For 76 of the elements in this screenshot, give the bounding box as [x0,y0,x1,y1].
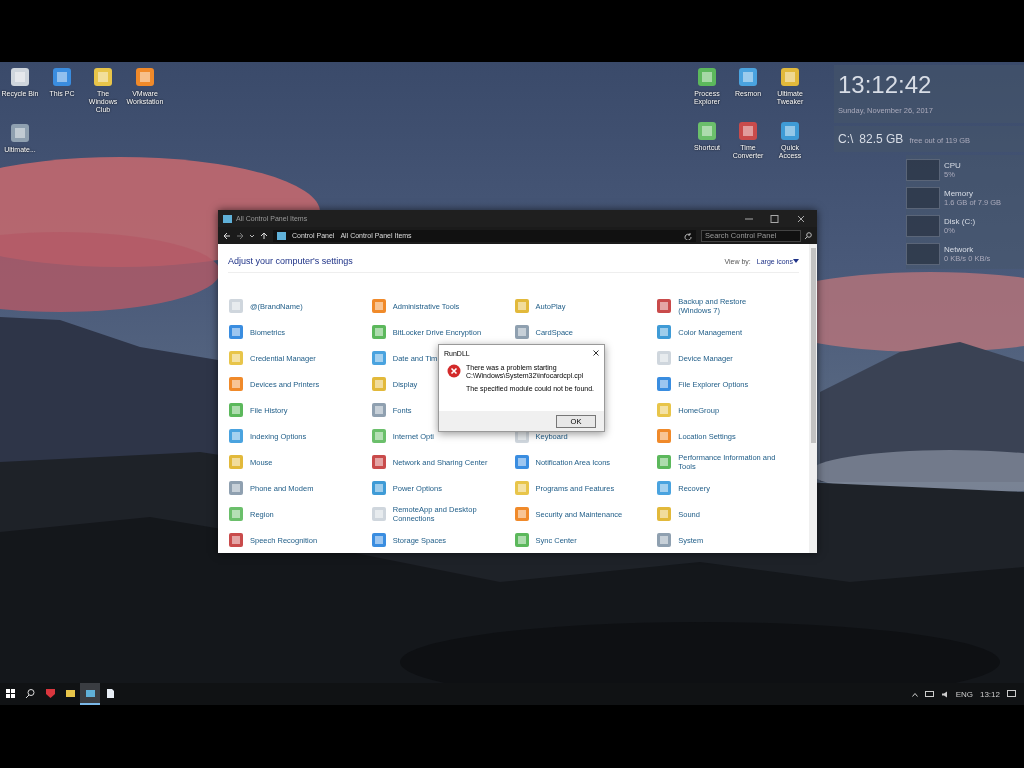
control-panel-icon[interactable] [228,532,244,548]
refresh-icon[interactable] [684,231,692,240]
page-heading: Adjust your computer's settings [228,256,354,266]
meter-graph [906,215,940,237]
control-panel-icon[interactable] [656,376,673,392]
speaker-icon[interactable] [940,690,949,698]
back-arrow-icon[interactable] [223,231,231,240]
folder-icon [64,687,76,699]
close-icon[interactable] [593,350,599,356]
control-panel-icon[interactable] [370,454,387,470]
meter-name: Disk (C:) [944,217,976,226]
shortcut-icon[interactable] [696,66,718,88]
caret-icon[interactable] [793,258,799,264]
start-icon [4,687,16,699]
meter-graph [906,243,940,265]
chevron-icon[interactable] [911,691,918,697]
drive-label: C:\ [838,132,854,146]
shield-icon [44,687,56,699]
shortcut-icon[interactable] [9,66,31,88]
control-panel-icon[interactable] [228,376,244,392]
control-panel-icon[interactable] [370,480,387,496]
search-icon [24,687,36,699]
document-icon [104,687,116,699]
language-indicator[interactable]: ENG [955,689,973,699]
meter-name: CPU [944,161,961,170]
network-icon[interactable] [924,690,934,698]
control-panel-icon[interactable] [656,428,673,444]
control-panel-icon[interactable] [370,298,387,314]
control-panel-icon[interactable] [370,376,387,392]
shortcut-icon[interactable] [134,66,156,88]
shortcut-icon[interactable] [92,66,114,88]
up-arrow-icon[interactable] [260,231,268,240]
control-panel-icon[interactable] [656,506,673,522]
free-space: 82.5 GB [859,132,904,146]
control-panel-icon[interactable] [228,324,244,340]
shortcut-icon[interactable] [9,122,31,144]
control-panel-icon[interactable] [370,428,387,444]
control-panel-icon[interactable] [228,506,244,522]
control-panel-icon[interactable] [228,454,244,470]
shortcut-icon[interactable] [779,120,801,142]
clock-time: 13:12:42 [838,71,933,99]
folder-icon [277,231,286,240]
meter-name: Network [944,245,975,254]
control-panel-icon[interactable] [656,532,673,548]
forward-arrow-icon[interactable] [236,231,244,240]
shortcut-icon[interactable] [696,120,718,142]
shortcut-icon[interactable] [51,66,73,88]
control-panel-icon[interactable] [513,532,530,548]
window-icon [223,214,232,223]
shortcut-icon[interactable] [737,120,759,142]
control-panel-icon [84,687,96,699]
control-panel-icon[interactable] [656,298,673,314]
control-panel-icon[interactable] [656,480,673,496]
shortcut-icon[interactable] [779,66,801,88]
control-panel-icon[interactable] [370,350,387,366]
search-icon[interactable] [804,231,812,240]
control-panel-icon[interactable] [513,454,530,470]
meter-graph [906,159,940,181]
control-panel-icon[interactable] [513,506,530,522]
notification-icon[interactable] [1007,690,1016,698]
control-panel-icon[interactable] [228,402,244,418]
control-panel-icon[interactable] [656,454,673,470]
shortcut-icon[interactable] [737,66,759,88]
control-panel-icon[interactable] [513,324,530,340]
scrollbar[interactable] [809,244,817,553]
control-panel-icon[interactable] [228,480,244,496]
control-panel-icon[interactable] [656,324,673,340]
meter-name: Memory [944,189,974,198]
control-panel-icon[interactable] [370,532,387,548]
control-panel-icon[interactable] [228,428,244,444]
control-panel-icon[interactable] [513,298,530,314]
meter-graph [906,187,940,209]
error-icon [447,364,461,378]
taskbar-clock[interactable]: 13:12 [979,689,1000,699]
control-panel-icon[interactable] [370,402,387,418]
control-panel-icon[interactable] [370,324,387,340]
